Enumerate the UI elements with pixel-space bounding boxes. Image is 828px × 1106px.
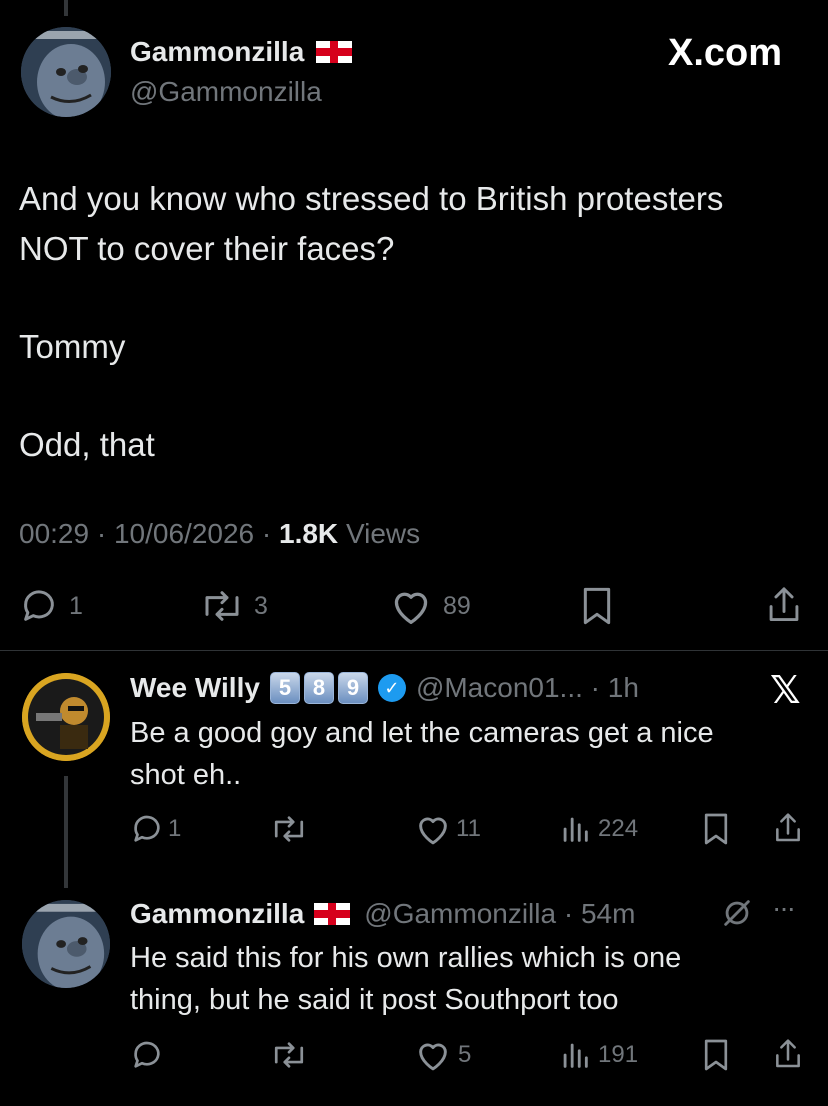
reply-icon <box>134 815 160 842</box>
england-flag-icon <box>314 903 351 925</box>
repost-icon <box>205 591 239 621</box>
reply-text: He said this for his own rallies which i… <box>130 937 681 1021</box>
avatar-gammonzilla[interactable] <box>21 27 111 117</box>
like-button[interactable]: 89 <box>389 586 471 626</box>
thread-connector-top <box>64 0 68 16</box>
badge-digit: 5 <box>269 672 300 704</box>
like-icon <box>419 1043 447 1071</box>
reply-header: Wee Willy 5 8 9 ✓ @Macon01... · 1h <box>130 669 639 707</box>
bookmark-button[interactable] <box>580 586 614 626</box>
reply-button[interactable]: 1 <box>19 586 83 626</box>
bookmark-icon <box>704 1039 728 1071</box>
england-flag-icon <box>316 41 353 63</box>
tweet-text-line: Odd, that <box>19 426 155 463</box>
reply-text: Be a good goy and let the cameras get a … <box>130 712 714 796</box>
avatar-gammonzilla[interactable] <box>22 900 110 988</box>
badge-digit: 8 <box>303 672 334 704</box>
tweet-text-line: NOT to cover their faces? <box>19 230 395 267</box>
repost-button[interactable]: 3 <box>200 586 268 626</box>
tweet-text-line: And you know who stressed to British pro… <box>19 180 724 217</box>
x-logo-icon: 𝕏 <box>770 668 801 712</box>
tweet-time[interactable]: 00:29 <box>19 518 89 549</box>
repost-count: 3 <box>254 591 268 620</box>
tweet-text-line: Tommy <box>19 328 126 365</box>
views-count: 191 <box>598 1041 639 1068</box>
bookmark-icon <box>583 587 611 625</box>
thread-connector <box>64 776 68 888</box>
reply-count: 1 <box>168 815 182 842</box>
avatar-wee-willy[interactable] <box>22 673 110 761</box>
share-button[interactable] <box>772 1036 804 1072</box>
reply-display-name[interactable]: Gammonzilla <box>130 898 304 930</box>
views-icon <box>563 1043 588 1068</box>
grok-icon[interactable] <box>720 896 754 935</box>
share-icon <box>776 813 800 842</box>
share-icon <box>769 587 799 621</box>
repost-icon <box>274 1042 304 1068</box>
tweet-date[interactable]: 10/06/2026 <box>114 518 254 549</box>
like-count: 11 <box>456 815 481 842</box>
x-com-brand: X.com <box>668 32 783 74</box>
bookmark-icon <box>704 813 728 845</box>
like-button[interactable]: 5 <box>414 1038 471 1072</box>
reply-text-line: thing, but he said it post Southport too <box>130 984 619 1016</box>
more-icon[interactable]: ··· <box>772 892 796 924</box>
reply-header: Gammonzilla @Gammonzilla · 54m <box>130 895 635 933</box>
verified-icon: ✓ <box>377 674 406 702</box>
reply-icon <box>24 590 54 621</box>
author-display-name[interactable]: Gammonzilla <box>130 36 304 68</box>
views-button[interactable]: 224 <box>560 812 638 846</box>
like-count: 5 <box>458 1041 472 1068</box>
author-handle[interactable]: @Gammonzilla <box>130 76 322 108</box>
views-count: 224 <box>598 815 639 842</box>
tweet-meta: 00:29 · 10/06/2026 · 1.8K Views <box>19 518 421 549</box>
views-count: 1.8K <box>279 518 339 549</box>
divider <box>0 650 828 651</box>
reply-text-line: shot eh.. <box>130 759 242 791</box>
reply-icon <box>134 1041 160 1068</box>
reply-button[interactable] <box>130 1038 174 1072</box>
badge-digit: 9 <box>337 672 368 704</box>
like-count: 89 <box>443 591 471 620</box>
views-icon <box>563 817 588 842</box>
repost-button[interactable] <box>270 1038 318 1072</box>
reply-handle-time[interactable]: @Macon01... · 1h <box>416 672 639 704</box>
repost-icon <box>274 816 304 842</box>
like-icon <box>419 817 447 845</box>
views-label: Views <box>345 518 421 549</box>
reply-display-name[interactable]: Wee Willy <box>130 672 260 704</box>
repost-button[interactable] <box>270 812 318 846</box>
reply-handle-time[interactable]: @Gammonzilla · 54m <box>364 898 635 930</box>
share-icon <box>776 1039 800 1068</box>
reply-text-line: Be a good goy and let the cameras get a … <box>130 717 714 749</box>
reply-count: 1 <box>69 591 83 620</box>
like-icon <box>394 592 428 624</box>
share-button[interactable] <box>772 810 804 846</box>
bookmark-button[interactable] <box>702 812 730 846</box>
reply-button[interactable]: 1 <box>130 812 181 846</box>
bookmark-button[interactable] <box>702 1038 730 1072</box>
reply-text-line: He said this for his own rallies which i… <box>130 942 682 974</box>
share-button[interactable] <box>764 584 804 626</box>
tweet-text: And you know who stressed to British pro… <box>19 174 814 470</box>
like-button[interactable]: 11 <box>414 812 481 846</box>
views-button[interactable]: 191 <box>560 1038 638 1072</box>
author-name-row[interactable]: Gammonzilla <box>130 34 353 70</box>
